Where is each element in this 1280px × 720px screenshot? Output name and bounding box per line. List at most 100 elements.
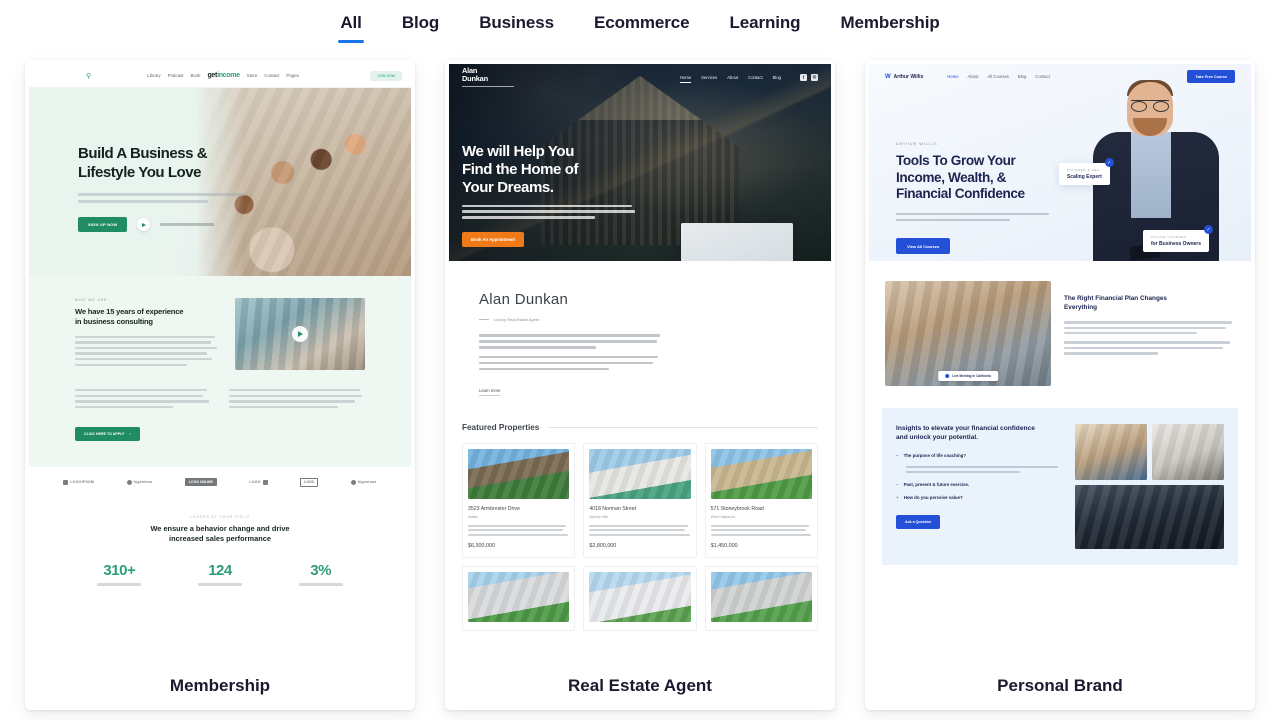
- site1-stats-eyebrow: LEADER AT YOUR FIELD: [190, 515, 250, 520]
- tab-blog[interactable]: Blog: [400, 9, 441, 43]
- site2-property-card[interactable]: 4018 Norman Street Beverly Hills $2,800,…: [583, 442, 697, 559]
- template-preview-membership[interactable]: ⚲ Library Podcast Book getincome Store C…: [29, 64, 411, 662]
- site3-faq-item[interactable]: + How do you perceive value?: [896, 495, 1064, 501]
- site3-nav-blog[interactable]: Blog: [1018, 74, 1026, 79]
- site2-nav-contact[interactable]: Contact: [748, 75, 762, 80]
- check-icon: ✓: [1104, 158, 1114, 167]
- site2-brand-logo[interactable]: Alan Dunkan: [462, 67, 514, 87]
- site3-navbar: W Arthur Willis Home About All Courses B…: [869, 64, 1251, 89]
- site3-ask-question-button[interactable]: Ask a Question: [896, 515, 941, 530]
- site1-apply-button[interactable]: CLICK HERE TO APPLY ›: [75, 427, 140, 442]
- site1-nav-pages[interactable]: Pages: [286, 73, 298, 78]
- site1-logo: getincome: [207, 72, 240, 79]
- site3-logo[interactable]: W Arthur Willis: [885, 74, 923, 80]
- property-price: $6,300,000: [468, 543, 495, 550]
- site2-learn-more-link[interactable]: Learn more: [479, 388, 501, 396]
- site2-property-list: 3523 Armbrester Drive Malibu $6,300,000 …: [449, 432, 831, 559]
- site2-property-card[interactable]: [462, 566, 576, 632]
- site2-about-section: Alan Dunkan Luxury Real Estate Agent Lea…: [449, 261, 831, 397]
- site1-about-section: WHO WE ARE We have 15 years of experienc…: [29, 276, 411, 468]
- template-card-real-estate[interactable]: Alan Dunkan Home Services About Contact B…: [445, 60, 835, 710]
- site3-hero-content: ARTHUR WILLIS Tools To Grow Your Income,…: [896, 142, 1054, 255]
- site3-faq-answer: [896, 466, 1064, 474]
- property-location: Malibu: [468, 514, 478, 519]
- site2-agent-name: Alan Dunkan: [479, 291, 569, 308]
- site2-property-list-row2: [449, 558, 831, 632]
- tab-ecommerce[interactable]: Ecommerce: [592, 9, 692, 43]
- tab-business[interactable]: Business: [477, 9, 556, 43]
- site1-nav-store[interactable]: Store: [247, 73, 258, 78]
- play-icon[interactable]: [292, 326, 308, 342]
- site1-nav-contact[interactable]: Contact: [264, 73, 279, 78]
- site3-nav-about[interactable]: About: [968, 74, 979, 79]
- property-photo: [710, 572, 812, 623]
- location-dot-icon: [945, 374, 950, 378]
- site1-navbar: ⚲ Library Podcast Book getincome Store C…: [29, 64, 411, 88]
- site3-view-all-courses-button[interactable]: View All Courses: [896, 238, 951, 255]
- site1-stat-value: 124: [208, 562, 232, 580]
- site2-property-card[interactable]: 3523 Armbrester Drive Malibu $6,300,000: [462, 442, 576, 559]
- template-preview-personal-brand[interactable]: W Arthur Willis Home About All Courses B…: [869, 64, 1251, 662]
- play-icon[interactable]: [137, 218, 151, 232]
- tab-learning[interactable]: Learning: [727, 9, 802, 43]
- tab-all[interactable]: All: [338, 9, 365, 43]
- site1-play-label: [160, 222, 215, 227]
- site1-stat-value: 310+: [103, 562, 136, 580]
- site3-faq-accordion: – The purpose of life coaching? – Past, pr…: [896, 453, 1064, 500]
- site3-nav-all-courses[interactable]: All Courses: [987, 74, 1008, 79]
- arrow-right-icon: ›: [129, 432, 131, 437]
- site1-about-col-right: [228, 389, 366, 411]
- site3-image-phone: [1075, 424, 1147, 480]
- site1-video-thumbnail[interactable]: [235, 298, 365, 370]
- property-photo: [468, 448, 570, 499]
- site2-nav-services[interactable]: Services: [701, 75, 717, 80]
- site3-hero: W Arthur Willis Home About All Courses B…: [869, 64, 1251, 261]
- template-filter-tabs: All Blog Business Ecommerce Learning Mem…: [0, 0, 1280, 46]
- template-card-personal-brand[interactable]: W Arthur Willis Home About All Courses B…: [865, 60, 1255, 710]
- site1-hero-subtext: [78, 193, 253, 204]
- mini-site-real-estate: Alan Dunkan Home Services About Contact B…: [449, 64, 831, 662]
- template-preview-real-estate[interactable]: Alan Dunkan Home Services About Contact B…: [449, 64, 831, 662]
- card-title-membership: Membership: [169, 676, 271, 695]
- site1-hero-title: Build A Business & Lifestyle You Love: [78, 145, 208, 181]
- site2-property-card[interactable]: 571 Stoneybrook Road West Hollywood $1,4…: [704, 442, 818, 559]
- property-photo: [468, 572, 570, 623]
- site1-about-eyebrow: WHO WE ARE: [75, 298, 108, 302]
- site1-nav-library[interactable]: Library: [147, 73, 160, 78]
- site2-book-appointment-button[interactable]: Book An Appointment: [462, 232, 524, 247]
- site1-signup-button[interactable]: SIGN UP NOW: [78, 217, 128, 233]
- site3-faq-item[interactable]: – Past, present & future exercise.: [896, 482, 1064, 488]
- site2-property-card[interactable]: [704, 566, 818, 632]
- site3-take-free-course-button[interactable]: Take Free Course: [1187, 70, 1235, 83]
- property-price: $1,450,000: [710, 543, 738, 550]
- tab-membership[interactable]: Membership: [838, 9, 941, 43]
- site1-stat-label: [197, 583, 242, 586]
- site1-stat-value: 3%: [310, 562, 331, 580]
- facebook-icon[interactable]: f: [800, 73, 807, 81]
- site2-about-text: [479, 334, 664, 371]
- template-card-membership[interactable]: ⚲ Library Podcast Book getincome Store C…: [25, 60, 415, 710]
- site2-property-card[interactable]: [583, 566, 697, 632]
- property-title: 4018 Norman Street: [589, 505, 637, 512]
- site3-live-meeting-tag: Live Meeting in California: [938, 371, 998, 381]
- site1-hero: Build A Business & Lifestyle You Love SI…: [29, 88, 411, 276]
- site1-about-columns: [75, 389, 365, 411]
- site3-hero-title: Tools To Grow Your Income, Wealth, & Fin…: [896, 153, 1025, 202]
- property-title: 571 Stoneybrook Road: [710, 505, 764, 512]
- template-card-grid: ⚲ Library Podcast Book getincome Store C…: [0, 46, 1280, 710]
- site1-join-button[interactable]: JOIN NOW: [370, 70, 402, 81]
- site2-nav-blog[interactable]: Blog: [773, 75, 781, 80]
- site3-nav-contact[interactable]: Contact: [1035, 74, 1049, 79]
- minus-icon: –: [896, 482, 899, 488]
- site2-nav-home[interactable]: Home: [679, 75, 692, 83]
- site3-faq-item[interactable]: – The purpose of life coaching?: [896, 453, 1064, 474]
- site1-stat-row: 310+ 124 3%: [69, 562, 371, 586]
- search-icon[interactable]: ⚲: [86, 72, 91, 80]
- site3-nav-home[interactable]: Home: [947, 74, 958, 79]
- property-title: 3523 Armbrester Drive: [468, 505, 520, 512]
- site2-nav-about[interactable]: About: [727, 75, 738, 80]
- instagram-icon[interactable]: ◎: [811, 73, 818, 81]
- site1-nav-podcast[interactable]: Podcast: [168, 73, 184, 78]
- site1-nav-book[interactable]: Book: [190, 73, 200, 78]
- site2-featured-heading: Featured Properties: [462, 422, 540, 432]
